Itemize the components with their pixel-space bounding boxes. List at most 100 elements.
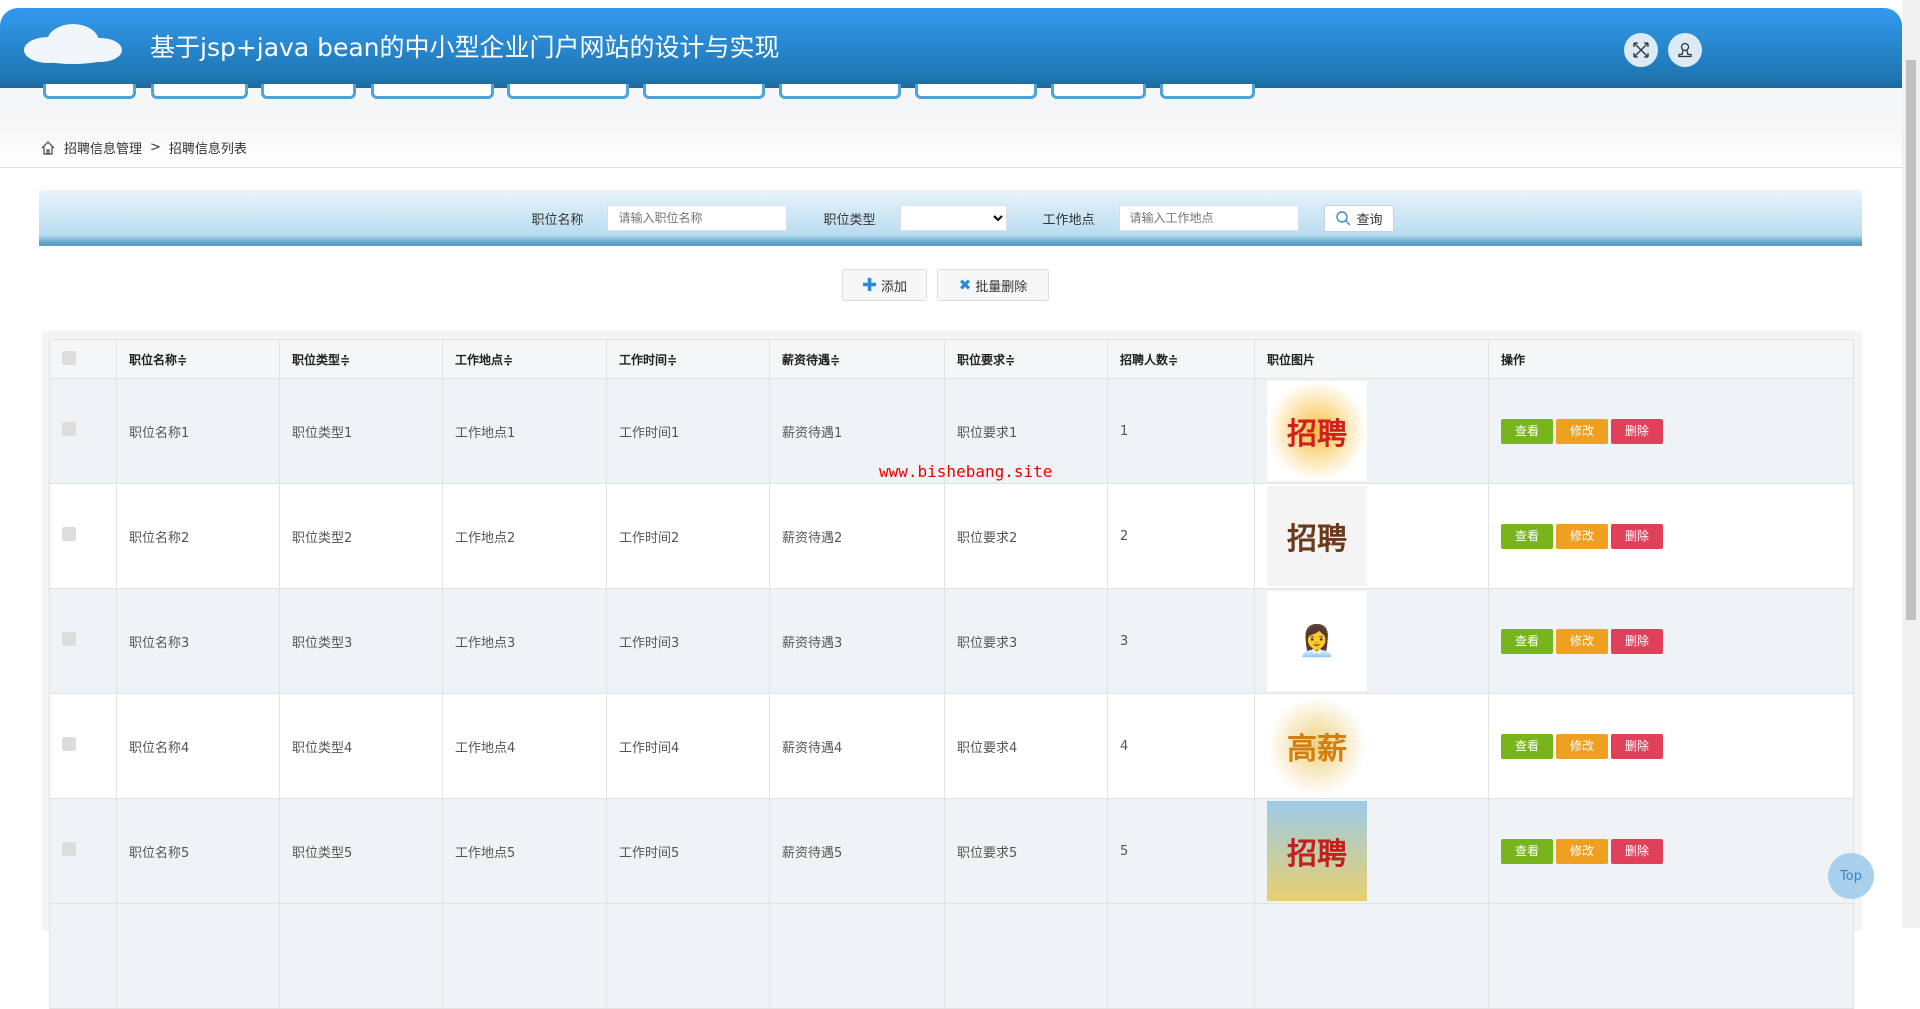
- position-type-select[interactable]: [899, 205, 1007, 231]
- scrollbar-thumb[interactable]: [1906, 60, 1916, 620]
- edit-button[interactable]: 修改: [1556, 733, 1608, 759]
- breadcrumb: 招聘信息管理 > 招聘信息列表: [40, 138, 247, 157]
- delete-button[interactable]: 删除: [1611, 838, 1663, 864]
- row-checkbox[interactable]: [62, 632, 76, 646]
- position-type-label: 职位类型: [823, 212, 876, 228]
- nav-tab[interactable]: [151, 84, 248, 99]
- cell-name: 职位名称2: [116, 483, 280, 589]
- cell-time: 工作时间4: [606, 693, 770, 799]
- nav-tab[interactable]: [1160, 84, 1255, 99]
- view-button[interactable]: 查看: [1501, 523, 1553, 549]
- user-icon[interactable]: [1668, 33, 1702, 67]
- recruitment-table: 职位名称≑ 职位类型≑ 工作地点≑ 工作时间≑ 薪资待遇≑ 职位要求≑ 招聘人数…: [49, 339, 1854, 1009]
- breadcrumb-item[interactable]: 招聘信息管理: [64, 138, 142, 157]
- nav-tab[interactable]: [643, 84, 765, 99]
- nav-tab[interactable]: [1051, 84, 1146, 99]
- add-button[interactable]: ✚ 添加: [842, 269, 927, 301]
- col-header-salary[interactable]: 薪资待遇≑: [769, 339, 945, 379]
- query-label: 查询: [1356, 212, 1383, 228]
- position-name-input[interactable]: [607, 205, 788, 231]
- position-image[interactable]: 招聘: [1267, 486, 1367, 586]
- add-label: 添加: [881, 279, 908, 295]
- table-row: [49, 903, 1854, 1009]
- view-button[interactable]: 查看: [1501, 838, 1553, 864]
- cell-type: 职位类型2: [279, 483, 443, 589]
- table-row: 职位名称4 职位类型4 工作地点4 工作时间4 薪资待遇4 职位要求4 4 高薪…: [49, 693, 1854, 799]
- cell-time: 工作时间5: [606, 798, 770, 904]
- row-checkbox[interactable]: [62, 422, 76, 436]
- batch-delete-button[interactable]: ✖ 批量删除: [937, 269, 1049, 301]
- back-to-top-button[interactable]: Top: [1828, 853, 1874, 899]
- delete-button[interactable]: 删除: [1611, 418, 1663, 444]
- query-button[interactable]: 查询: [1323, 204, 1394, 232]
- col-header-type[interactable]: 职位类型≑: [279, 339, 443, 379]
- delete-button[interactable]: 删除: [1611, 523, 1663, 549]
- cell-requirement: 职位要求3: [944, 588, 1108, 694]
- cell-name: 职位名称1: [116, 378, 280, 484]
- view-button[interactable]: 查看: [1501, 628, 1553, 654]
- search-icon: [1335, 211, 1351, 226]
- position-image[interactable]: 👩‍💼: [1267, 591, 1367, 691]
- position-image[interactable]: 高薪: [1267, 696, 1367, 796]
- col-header-requirement[interactable]: 职位要求≑: [944, 339, 1108, 379]
- nav-tab[interactable]: [779, 84, 901, 99]
- cell-name: 职位名称4: [116, 693, 280, 799]
- position-name-label: 职位名称: [531, 212, 584, 228]
- edit-button[interactable]: 修改: [1556, 628, 1608, 654]
- nav-tab[interactable]: [261, 84, 356, 99]
- row-checkbox[interactable]: [62, 842, 76, 856]
- work-location-label: 工作地点: [1042, 212, 1095, 228]
- row-checkbox[interactable]: [62, 737, 76, 751]
- cell-count: 4: [1107, 693, 1255, 799]
- row-checkbox[interactable]: [62, 527, 76, 541]
- col-header-time[interactable]: 工作时间≑: [606, 339, 770, 379]
- batch-delete-label: 批量删除: [975, 279, 1028, 295]
- cell-count: 3: [1107, 588, 1255, 694]
- fullscreen-icon[interactable]: [1624, 33, 1658, 67]
- table-row: 职位名称2 职位类型2 工作地点2 工作时间2 薪资待遇2 职位要求2 2 招聘…: [49, 483, 1854, 589]
- view-button[interactable]: 查看: [1501, 733, 1553, 759]
- table-row: 职位名称5 职位类型5 工作地点5 工作时间5 薪资待遇5 职位要求5 5 招聘…: [49, 798, 1854, 904]
- cell-salary: 薪资待遇2: [769, 483, 945, 589]
- cell-name: 职位名称5: [116, 798, 280, 904]
- nav-tab[interactable]: [371, 84, 494, 99]
- cell-time: 工作时间2: [606, 483, 770, 589]
- nav-tab[interactable]: [915, 84, 1037, 99]
- col-header-location[interactable]: 工作地点≑: [442, 339, 607, 379]
- edit-button[interactable]: 修改: [1556, 838, 1608, 864]
- home-icon[interactable]: [40, 140, 56, 156]
- cell-type: 职位类型4: [279, 693, 443, 799]
- position-image[interactable]: 招聘: [1267, 381, 1367, 481]
- nav-tab[interactable]: [43, 84, 136, 99]
- col-header-count[interactable]: 招聘人数≑: [1107, 339, 1255, 379]
- cell-requirement: 职位要求5: [944, 798, 1108, 904]
- cell-location: 工作地点5: [442, 798, 607, 904]
- cell-type: 职位类型5: [279, 798, 443, 904]
- cell-location: 工作地点3: [442, 588, 607, 694]
- select-all-checkbox[interactable]: [62, 350, 76, 365]
- cell-location: 工作地点4: [442, 693, 607, 799]
- cell-salary: 薪资待遇4: [769, 693, 945, 799]
- table-row: 职位名称3 职位类型3 工作地点3 工作时间3 薪资待遇3 职位要求3 3 👩‍…: [49, 588, 1854, 694]
- view-button[interactable]: 查看: [1501, 418, 1553, 444]
- edit-button[interactable]: 修改: [1556, 418, 1608, 444]
- cell-count: 2: [1107, 483, 1255, 589]
- cell-time: 工作时间3: [606, 588, 770, 694]
- delete-button[interactable]: 删除: [1611, 733, 1663, 759]
- cell-salary: 薪资待遇5: [769, 798, 945, 904]
- cell-location: 工作地点1: [442, 378, 607, 484]
- cell-salary: 薪资待遇3: [769, 588, 945, 694]
- delete-button[interactable]: 删除: [1611, 628, 1663, 654]
- cell-location: 工作地点2: [442, 483, 607, 589]
- col-header-name[interactable]: 职位名称≑: [116, 339, 280, 379]
- cell-requirement: 职位要求4: [944, 693, 1108, 799]
- plus-icon: ✚: [861, 274, 878, 296]
- breadcrumb-bar: [0, 124, 1902, 168]
- cell-name: 职位名称3: [116, 588, 280, 694]
- nav-tab[interactable]: [507, 84, 629, 99]
- position-image[interactable]: 招聘: [1267, 801, 1367, 901]
- col-header-actions: 操作: [1488, 339, 1854, 379]
- table-header-row: 职位名称≑ 职位类型≑ 工作地点≑ 工作时间≑ 薪资待遇≑ 职位要求≑ 招聘人数…: [49, 339, 1854, 379]
- edit-button[interactable]: 修改: [1556, 523, 1608, 549]
- work-location-input[interactable]: [1118, 205, 1299, 231]
